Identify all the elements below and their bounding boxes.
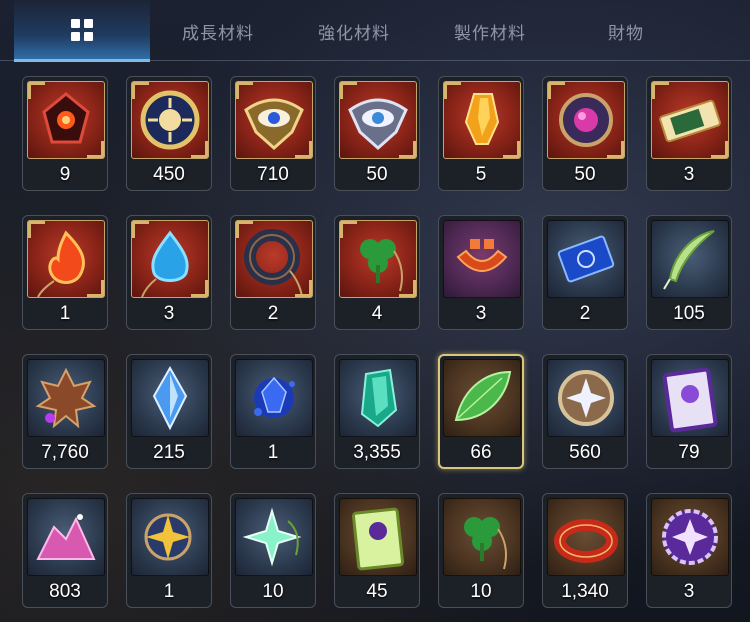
item-slot[interactable]: 45 [334,493,420,608]
item-slot[interactable]: 3 [438,215,524,330]
item-count: 10 [262,581,284,602]
item-count: 215 [153,442,185,463]
purple-maple-leaf-icon [27,359,105,437]
orange-crest-pendant-icon [443,220,521,298]
item-count: 1 [59,303,71,324]
water-drop-pendant-icon [131,220,209,298]
item-count: 10 [470,581,492,602]
item-slot[interactable]: 560 [542,354,628,469]
item-slot[interactable]: 50 [334,76,420,191]
silver-eye-emblem-icon [339,81,417,159]
purple-orb-coin-icon [547,81,625,159]
item-slot[interactable]: 105 [646,215,732,330]
item-count: 2 [267,303,279,324]
tab-craft-materials[interactable]: 製作材料 [422,0,558,62]
item-slot[interactable]: 10 [230,493,316,608]
teal-crystal-icon [339,359,417,437]
item-count: 45 [366,581,388,602]
item-count: 3 [683,164,695,185]
green-card-icon [339,498,417,576]
item-slot[interactable]: 3,355 [334,354,420,469]
tab-all[interactable] [14,0,150,62]
purple-card-icon [651,359,729,437]
item-slot[interactable]: 79 [646,354,732,469]
green-feather-icon [651,220,729,298]
blue-crystal-shard-icon [131,359,209,437]
item-slot[interactable]: 10 [438,493,524,608]
item-count: 5 [475,164,487,185]
item-count: 9 [59,164,71,185]
red-bracelet-icon [547,498,625,576]
item-slot[interactable]: 50 [542,76,628,191]
item-count: 3 [683,581,695,602]
tab-treasure[interactable]: 財物 [558,0,694,62]
item-count: 710 [257,164,289,185]
green-leaf-icon [443,359,521,437]
amber-crystal-icon [443,81,521,159]
item-slot[interactable]: 3 [646,76,732,191]
item-count: 7,760 [41,442,89,463]
item-count: 560 [569,442,601,463]
clover-pendant-icon [443,498,521,576]
item-slot[interactable]: 4 [334,215,420,330]
category-tabs: 成長材料 強化材料 製作材料 財物 [0,0,750,62]
item-count: 50 [574,164,596,185]
item-count: 803 [49,581,81,602]
item-slot[interactable]: 2 [542,215,628,330]
item-slot[interactable]: 66 [438,354,524,469]
item-count: 4 [371,303,383,324]
red-crest-icon [27,81,105,159]
gold-star-pendant-icon [131,498,209,576]
golden-sun-medallion-icon [131,81,209,159]
item-count: 66 [470,442,492,463]
clover-pendant-icon [339,220,417,298]
grid-icon [71,18,93,41]
item-count: 3 [163,303,175,324]
item-count: 1,340 [561,581,609,602]
item-count: 2 [579,303,591,324]
silver-star-coin-icon [547,359,625,437]
item-slot[interactable]: 1 [126,493,212,608]
blue-ticket-icon [547,220,625,298]
item-slot[interactable]: 1 [22,215,108,330]
golden-eye-emblem-icon [235,81,313,159]
item-slot[interactable]: 710 [230,76,316,191]
silver-star-pendant-icon [235,498,313,576]
item-slot[interactable]: 2 [230,215,316,330]
item-count: 105 [673,303,705,324]
item-count: 3 [475,303,487,324]
item-slot[interactable]: 3 [646,493,732,608]
item-count: 1 [163,581,175,602]
item-slot[interactable]: 5 [438,76,524,191]
dark-ring-pendant-icon [235,220,313,298]
item-slot[interactable]: 803 [22,493,108,608]
item-slot[interactable]: 1,340 [542,493,628,608]
item-slot[interactable]: 7,760 [22,354,108,469]
tab-enhance-materials[interactable]: 強化材料 [286,0,422,62]
item-slot[interactable]: 3 [126,215,212,330]
item-count: 450 [153,164,185,185]
item-slot[interactable]: 1 [230,354,316,469]
item-slot[interactable]: 450 [126,76,212,191]
blue-gem-cluster-icon [235,359,313,437]
item-count: 3,355 [353,442,401,463]
item-slot[interactable]: 9 [22,76,108,191]
item-count: 1 [267,442,279,463]
fire-pendant-icon [27,220,105,298]
purple-seal-icon [651,498,729,576]
pink-ore-pile-icon [27,498,105,576]
tab-growth-materials[interactable]: 成長材料 [150,0,286,62]
item-count: 50 [366,164,388,185]
golden-ticket-icon [651,81,729,159]
item-slot[interactable]: 215 [126,354,212,469]
item-count: 79 [678,442,700,463]
tab-divider [0,60,750,61]
